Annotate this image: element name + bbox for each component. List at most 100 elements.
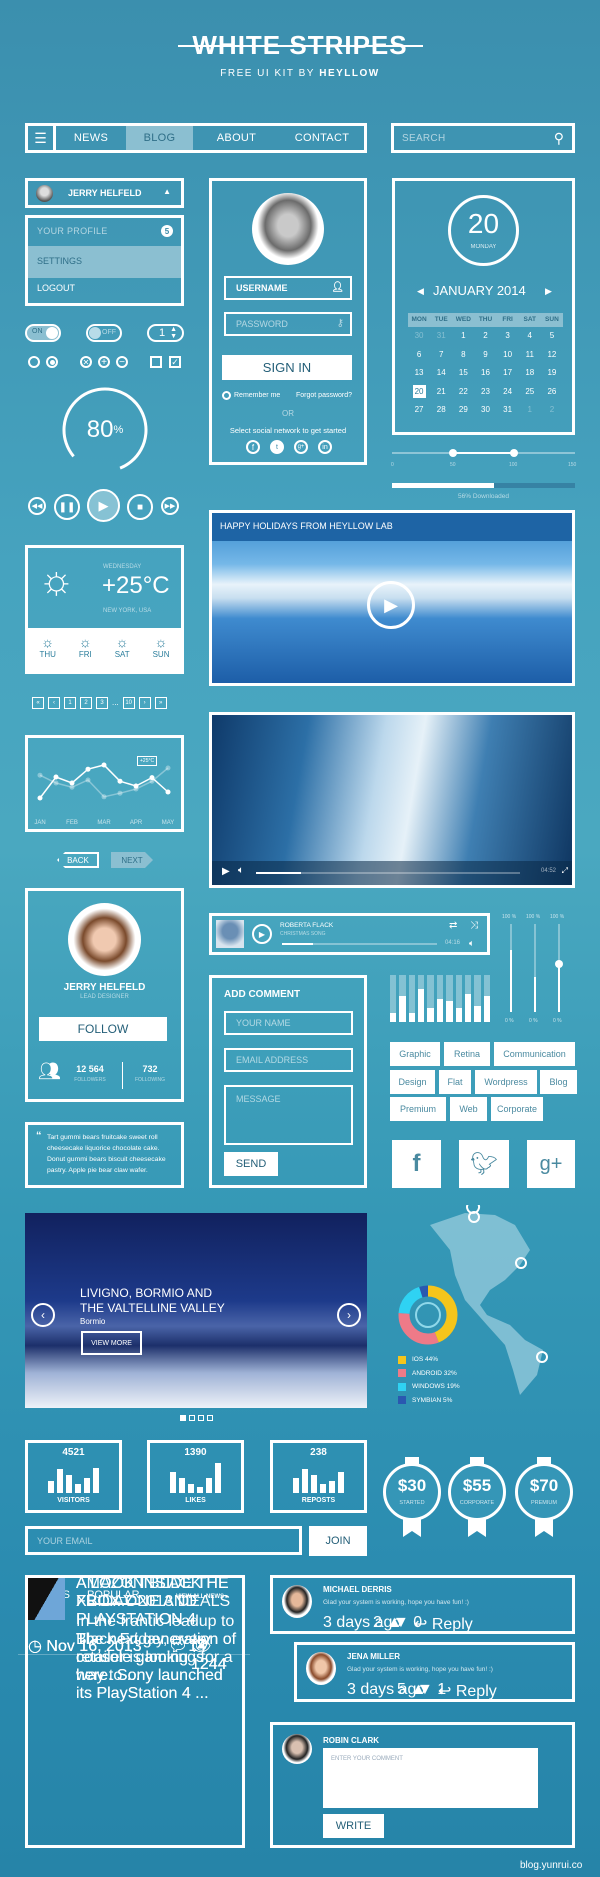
password-field[interactable]: PASSWORD ⚷ [224, 312, 352, 336]
google-plus-icon[interactable]: g+ [294, 440, 308, 454]
checkbox-unchecked[interactable] [150, 356, 162, 368]
calendar-day[interactable]: 19 [541, 364, 563, 383]
view-more-button[interactable]: VIEW MORE [81, 1331, 142, 1355]
reply-button meta[interactable]: ↩ Reply [438, 1681, 497, 1701]
stop-button[interactable]: ■ [127, 494, 153, 520]
calendar-day[interactable]: 30 [408, 327, 430, 346]
linkedin-icon[interactable]: in [318, 440, 332, 454]
shuffle-icon[interactable]: ⤨ [470, 920, 478, 931]
calendar-day[interactable]: 16 [474, 364, 496, 383]
menu-item-profile[interactable]: YOUR PROFILE 5 [28, 218, 181, 246]
stepper-arrows-icon[interactable]: ▲ ▼ [170, 326, 177, 340]
facebook-button[interactable]: f [392, 1140, 441, 1188]
play-icon[interactable]: ▶ [367, 581, 415, 629]
email-field[interactable]: EMAIL ADDRESS [224, 1048, 353, 1072]
fast-forward-button[interactable]: ▶▶ [161, 497, 179, 515]
tag-blog[interactable]: Blog [540, 1070, 577, 1094]
calendar-day[interactable]: 8 [452, 346, 474, 365]
tag-communication[interactable]: Communication [494, 1042, 575, 1066]
calendar-day[interactable]: 4 [519, 327, 541, 346]
equalizer-bar[interactable] [427, 975, 434, 1022]
tag-retina[interactable]: Retina [444, 1042, 490, 1066]
pricing-badge-started[interactable]: $30 STARTED [383, 1463, 441, 1521]
pricing-badge-corporate[interactable]: $55 CORPORATE [448, 1463, 506, 1521]
vertical-slider-handle[interactable] [555, 959, 563, 968]
volume-icon[interactable]: 🔈︎ [238, 865, 244, 876]
calendar-day[interactable]: 23 [474, 383, 496, 402]
tag-web[interactable]: Web [450, 1097, 487, 1121]
google-plus-button[interactable]: g+ [527, 1140, 575, 1188]
number-stepper[interactable]: 1 ▲ ▼ [147, 324, 184, 342]
send-button[interactable]: SEND [224, 1152, 278, 1176]
nav-blog[interactable]: BLOG [126, 126, 193, 150]
equalizer-bar[interactable] [408, 975, 416, 1022]
twitter-button[interactable]: 🐦︎ [459, 1140, 509, 1188]
calendar-day[interactable]: 27 [408, 401, 430, 420]
calendar-day[interactable]: 30 [474, 401, 496, 420]
follow-button[interactable]: FOLLOW [39, 1017, 167, 1041]
play-button[interactable]: ▶ [252, 924, 272, 944]
toggle-on[interactable]: ON [25, 324, 61, 342]
pagination-item[interactable]: › [138, 697, 151, 709]
pagination-item[interactable]: » [154, 697, 167, 709]
calendar-day[interactable]: 22 [452, 383, 474, 402]
tag-wordpress[interactable]: Wordpress [475, 1070, 537, 1094]
menu-item-logout[interactable]: LOGOUT [28, 278, 181, 303]
video-player-1[interactable]: HAPPY HOLIDAYS FROM HEYLLOW LAB ▶ [209, 510, 575, 686]
calendar-day[interactable]: 9 [474, 346, 496, 365]
username-field[interactable]: USERNAME 👤︎ [224, 276, 352, 300]
calendar-day[interactable]: 29 [452, 401, 474, 420]
range-handle-low[interactable] [449, 449, 457, 457]
checkbox-checked[interactable]: ✓ [169, 356, 181, 368]
slider-dot[interactable] [189, 1415, 195, 1421]
menu-item-settings[interactable]: SETTINGS [28, 246, 181, 278]
tag-graphic[interactable]: Graphic [390, 1042, 440, 1066]
range-slider[interactable]: 0 50 100 150 [391, 448, 576, 472]
toggle-off[interactable]: OFF [86, 324, 122, 342]
slider-dot[interactable] [180, 1415, 186, 1421]
calendar-day[interactable]: 25 [519, 383, 541, 402]
slider-dot[interactable] [207, 1415, 213, 1421]
pricing-badge-premium[interactable]: $70 PREMIUM [515, 1463, 573, 1521]
plus-icon[interactable]: + [98, 356, 110, 368]
vertical-slider[interactable] [555, 924, 563, 1012]
pagination-item[interactable]: 10 [122, 697, 135, 709]
reply-button meta[interactable]: ↩ Reply [414, 1614, 473, 1634]
equalizer-bar[interactable] [455, 975, 462, 1022]
calendar-day[interactable]: 2 [474, 327, 496, 346]
calendar-day[interactable]: 11 [519, 346, 541, 365]
calendar-day[interactable]: 21 [430, 383, 452, 402]
play-button[interactable]: ▶ [87, 489, 120, 522]
news-item[interactable]: A LOOK INSIDE THE XBOX ONE AND PLAYSTATI… [28, 1575, 242, 1818]
calendar-day[interactable]: 28 [430, 401, 452, 420]
remember-me-radio[interactable]: Remember me [222, 391, 280, 400]
calendar-day[interactable]: 12 [541, 346, 563, 365]
video-player-2[interactable]: ▶ 🔈︎ 04:52 ⤢ [209, 712, 575, 888]
calendar-day[interactable]: 26 [541, 383, 563, 402]
comment-textarea[interactable]: ENTER YOUR COMMENT [323, 1748, 538, 1808]
pagination-item[interactable]: 1 [64, 697, 76, 709]
calendar-day[interactable]: 15 [452, 364, 474, 383]
email-input[interactable]: YOUR EMAIL [25, 1526, 302, 1555]
back-button[interactable]: BACK [57, 852, 99, 868]
equalizer-bar[interactable] [390, 975, 397, 1022]
radio-unchecked[interactable] [28, 356, 40, 368]
user-dropdown[interactable]: JERRY HELFELD ▲ [25, 178, 184, 208]
radio-checked[interactable] [46, 356, 58, 368]
slider-next-button[interactable]: › [337, 1303, 361, 1327]
tag-flat[interactable]: Flat [439, 1070, 471, 1094]
calendar-day[interactable]: 3 [497, 327, 519, 346]
play-icon[interactable]: ▶ [222, 866, 230, 877]
range-handle-high[interactable] [510, 449, 518, 457]
tag-design[interactable]: Design [390, 1070, 435, 1094]
pagination-item[interactable]: ‹ [48, 697, 60, 709]
music-seek-bar[interactable] [282, 943, 437, 945]
calendar-day[interactable]: 18 [519, 364, 541, 383]
next-month-icon[interactable]: ▶ [545, 286, 552, 297]
nav-about[interactable]: ABOUT [193, 126, 280, 150]
calendar-day[interactable]: 5 [541, 327, 563, 346]
tag-corporate[interactable]: Corporate [491, 1097, 543, 1121]
search-icon[interactable]: ⚲ [554, 130, 564, 147]
equalizer-bar[interactable] [474, 975, 481, 1022]
calendar-day[interactable]: 31 [497, 401, 519, 420]
